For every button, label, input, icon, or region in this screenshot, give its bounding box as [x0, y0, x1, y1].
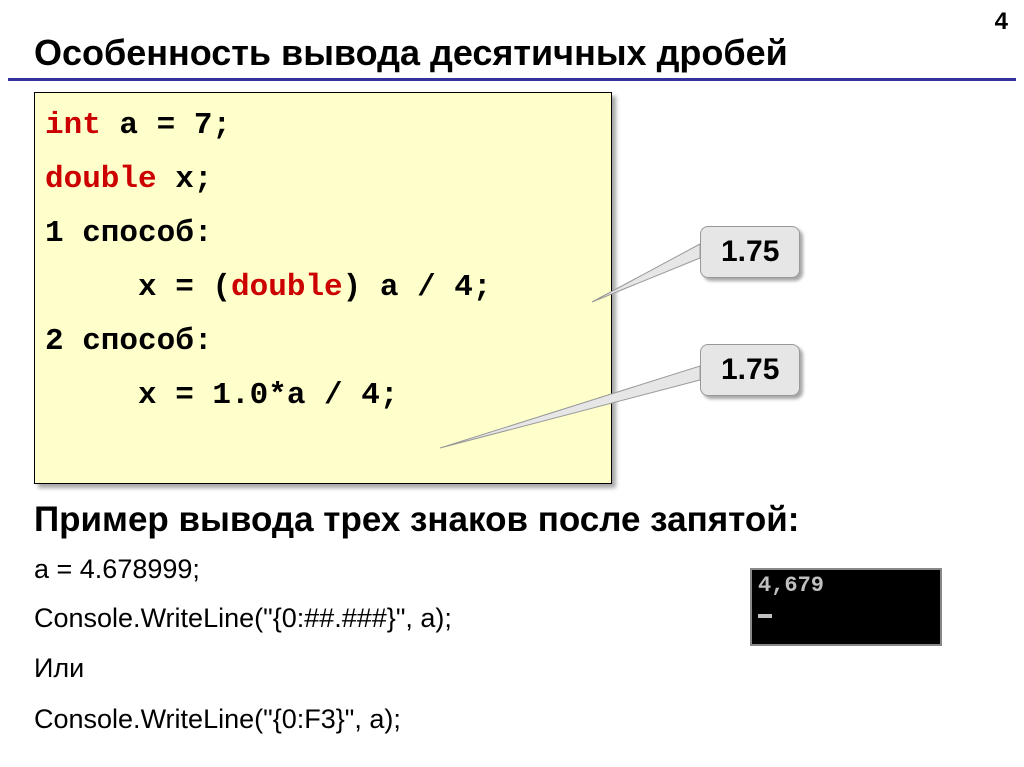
slide-title: Особенность вывода десятичных дробей	[34, 32, 788, 74]
code-text: x = 1.0*a / 4;	[45, 378, 398, 413]
example-line-1: a = 4.678999;	[34, 554, 200, 585]
callout-value-1: 1.75	[700, 226, 800, 278]
title-underline	[8, 78, 1016, 81]
example-line-3: Или	[34, 653, 84, 684]
keyword-double: double	[231, 270, 343, 305]
keyword-double: double	[45, 162, 157, 197]
keyword-int: int	[45, 108, 101, 143]
console-output-box: 4,679	[750, 568, 942, 646]
page-number: 4	[995, 8, 1008, 36]
code-text: 2 способ:	[45, 324, 212, 359]
code-text: x;	[157, 162, 213, 197]
console-cursor	[758, 614, 772, 618]
code-text: 1 способ:	[45, 216, 212, 251]
code-box: int a = 7; double x; 1 способ: x = (doub…	[34, 92, 612, 484]
example-line-4: Console.WriteLine("{0:F3}", a);	[34, 704, 401, 735]
slide: 4 Особенность вывода десятичных дробей i…	[0, 0, 1024, 767]
callout-value-2: 1.75	[700, 344, 800, 396]
code-text: ) a / 4;	[343, 270, 492, 305]
console-output-text: 4,679	[758, 574, 934, 598]
example-line-2: Console.WriteLine("{0:##.###}", a);	[34, 603, 452, 634]
subheading: Пример вывода трех знаков после запятой:	[34, 500, 799, 540]
code-text: x = (	[45, 270, 231, 305]
code-text: a = 7;	[101, 108, 231, 143]
